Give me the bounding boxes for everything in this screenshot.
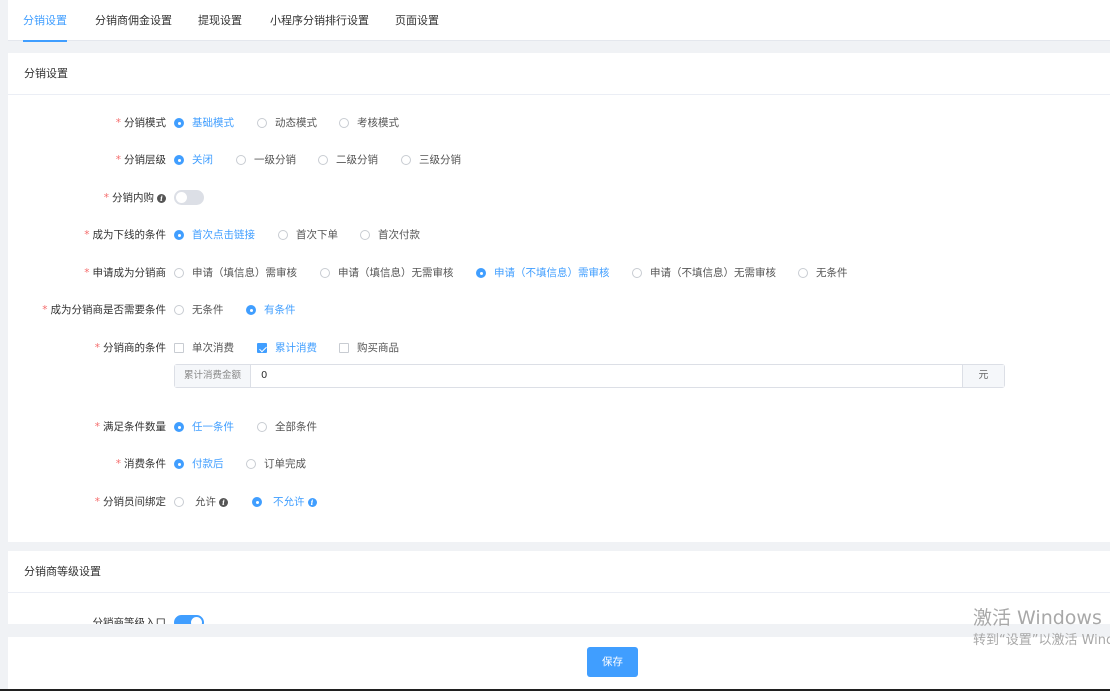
tab-distribution-settings[interactable]: 分销设置 [23, 0, 67, 42]
distributor-level-card: 分销商等级设置 分销商等级入口 [8, 551, 1110, 624]
inner-buy-row: * 分销内购 i [8, 188, 1110, 208]
satisfy-label: * 满足条件数量 [94, 421, 166, 433]
info-icon[interactable]: i [307, 497, 317, 507]
level-entry-row: 分销商等级入口 [8, 613, 1110, 624]
need-condition-row: * 成为分销商是否需要条件 无条件 有条件 [8, 300, 1110, 320]
inner-buy-label: * 分销内购 i [104, 188, 166, 208]
binding-label: * 分销员间绑定 [94, 496, 166, 508]
total-consume-amount-input-group: 累计消费金额 0 元 [174, 364, 1005, 388]
mode-label: * 分销模式 [115, 117, 166, 129]
downline-row: * 成为下线的条件 首次点击链接 首次下单 首次付款 [8, 225, 1110, 245]
info-icon[interactable]: i [219, 497, 228, 507]
mode-row: * 分销模式 基础模式 动态模式 考核模式 [8, 113, 1110, 133]
consume-row: * 消费条件 付款后 订单完成 [8, 454, 1110, 474]
activation-watermark-title: 激活 Windows [973, 607, 1102, 629]
level-entry-label: 分销商等级入口 [92, 617, 167, 624]
amount-prefix: 累计消费金额 [175, 365, 251, 387]
tab-commission-settings[interactable]: 分销商佣金设置 [95, 0, 172, 41]
level-label: * 分销层级 [115, 154, 166, 166]
conditions-row: * 分销商的条件 单次消费 累计消费 购买商品 [8, 338, 1110, 358]
apply-row: * 申请成为分销商 申请（填信息）需审核 申请（填信息）无需审核 申请（不填信息）… [8, 263, 1110, 283]
conditions-label: * 分销商的条件 [94, 342, 166, 354]
info-icon[interactable]: i [157, 193, 166, 203]
inner-buy-switch[interactable] [174, 190, 204, 205]
binding-row: * 分销员间绑定 允许 i 不允许 i [8, 492, 1110, 512]
satisfy-row: * 满足条件数量 任一条件 全部条件 [8, 417, 1110, 437]
section-title: 分销设置 [8, 53, 1110, 95]
save-button[interactable]: 保存 [587, 647, 638, 677]
tab-page-settings[interactable]: 页面设置 [395, 0, 439, 41]
need-condition-label: * 成为分销商是否需要条件 [42, 304, 166, 316]
distribution-settings-card: 分销设置 * 分销模式 基础模式 动态模式 考核模式 * 分销层级 关闭 一级分销 … [8, 53, 1110, 542]
apply-label: * 申请成为分销商 [84, 267, 166, 279]
amount-suffix: 元 [962, 365, 1004, 387]
activation-watermark-subtitle: 转到“设置”以激活 Windows。 [973, 633, 1110, 648]
total-consume-amount-input[interactable]: 0 [261, 365, 267, 387]
downline-label: * 成为下线的条件 [84, 229, 166, 241]
level-entry-switch[interactable] [174, 615, 204, 624]
footer-bar: 保存 [8, 637, 1110, 689]
tab-withdraw-settings[interactable]: 提现设置 [198, 0, 242, 41]
section-title: 分销商等级设置 [8, 551, 1110, 593]
level-row: * 分销层级 关闭 一级分销 二级分销 三级分销 [8, 150, 1110, 170]
consume-label: * 消费条件 [115, 458, 166, 470]
tab-ranking-settings[interactable]: 小程序分销排行设置 [270, 0, 369, 41]
tab-bar: 分销设置 分销商佣金设置 提现设置 小程序分销排行设置 页面设置 [8, 0, 1110, 42]
